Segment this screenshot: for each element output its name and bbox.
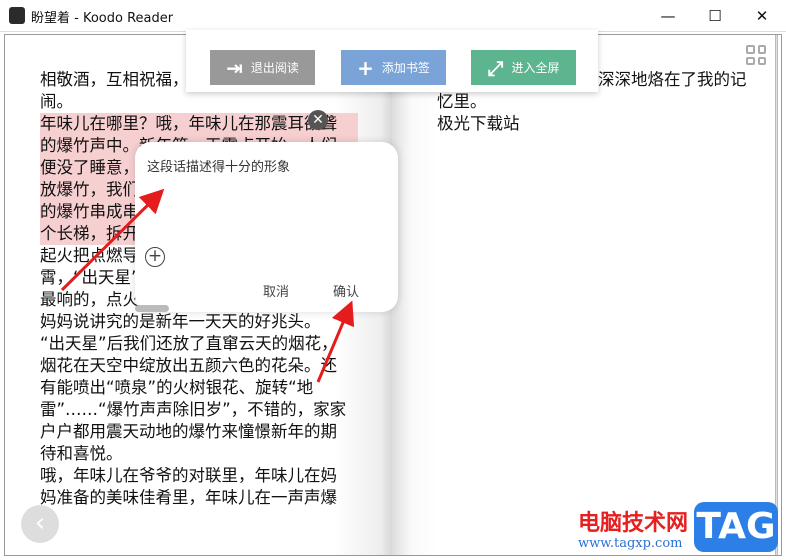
watermark-tag: TAG (694, 502, 778, 552)
watermark-url: www.tagxp.com (578, 536, 683, 551)
annotation-arrows (60, 188, 355, 383)
watermark-site: 电脑技术网 (578, 511, 689, 536)
arrow-to-note (60, 188, 165, 292)
arrow-to-confirm (316, 300, 355, 383)
